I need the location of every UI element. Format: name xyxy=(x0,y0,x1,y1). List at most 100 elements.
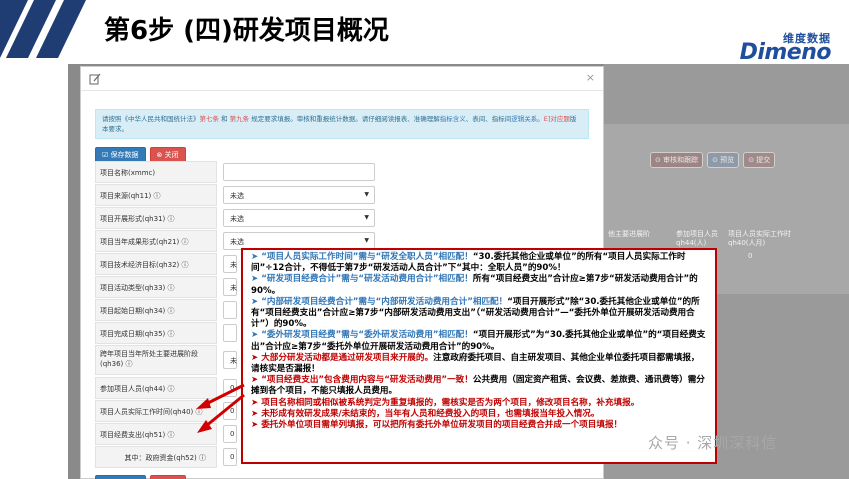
bullet-arrow-icon: ➤ xyxy=(251,274,259,285)
background-toolbar: ⊙ 审核和跟踪 ⊙ 预览 ⊙ 提交 xyxy=(650,152,776,168)
chevron-down-icon: ▼ xyxy=(364,191,369,198)
field-label: 项目人员实际工作时间(qh40) ⓘ xyxy=(95,400,217,422)
chevron-down-icon: ▼ xyxy=(364,214,369,221)
notice-link[interactable]: 逻辑关系 xyxy=(511,115,537,123)
header-decoration-icon xyxy=(0,0,86,58)
table-cell: 0 xyxy=(748,252,753,260)
field-value: 未选 xyxy=(230,215,244,223)
annotation-item: ➤ 大部分研发活动都是通过研发项目来开展的。注意政府委托项目、自主研发项目、其他… xyxy=(251,353,707,375)
input-field[interactable] xyxy=(223,163,375,181)
annotation-text: “研发项目经费合计”需与“研发活动费用合计”相匹配！ xyxy=(261,274,473,285)
close-button-label: 关闭 xyxy=(164,151,179,159)
annotation-item: ➤ “内部研发项目经费合计”需与“内部研发活动费用合计”相匹配！“项目开展形式”… xyxy=(251,297,707,331)
logo-english: Dimeno xyxy=(739,40,832,65)
annotation-text: 大部分研发活动都是通过研发项目来开展的。 xyxy=(261,352,434,363)
submit-button[interactable]: ⊙ 提交 xyxy=(743,152,776,168)
chevron-down-icon: ▼ xyxy=(364,237,369,244)
annotation-box: ➤ “项目人员实际工作时间”需与“研发全职人员”相匹配！“30.委托其他企业或单… xyxy=(241,248,717,464)
input-field[interactable]: 0 xyxy=(223,379,237,397)
edit-icon xyxy=(89,73,101,85)
notice-text: 、表间、指标间 xyxy=(465,115,512,123)
bullet-arrow-icon: ➤ xyxy=(251,397,259,408)
field-value: 0 xyxy=(230,430,235,438)
annotation-item: ➤ “项目人员实际工作时间”需与“研发全职人员”相匹配！“30.委托其他企业或单… xyxy=(251,252,707,274)
annotation-text: “项目经费支出”包含费用内容与“研发活动费用”一致！ xyxy=(261,375,473,386)
preview-button[interactable]: ⊙ 预览 xyxy=(707,152,740,168)
notice-text: 规定要求填报。审核和重报统计数据。请仔细阅读报表、准确理解 xyxy=(249,115,440,123)
form-row: 项目开展形式(qh31) ⓘ 未选 ▼ xyxy=(95,207,605,230)
bullet-arrow-icon: ➤ xyxy=(251,330,259,341)
modal-header: × xyxy=(81,67,603,91)
table-header: 项目人员实际工作时 qh40(人月) xyxy=(728,230,791,247)
input-field[interactable] xyxy=(223,324,237,342)
field-label: 项目技术经济目标(qh32) ⓘ xyxy=(95,253,217,275)
save-button-bottom[interactable]: ☑ 保存数据 xyxy=(95,475,146,479)
bullet-arrow-icon: ➤ xyxy=(251,252,259,262)
field-label: 其中：政府资金(qh52) ⓘ xyxy=(95,446,217,468)
watermark: 众号 · 深圳深科信 xyxy=(648,434,778,452)
bottom-button-bar: ☑ 保存数据⊗ 关闭 xyxy=(95,475,605,479)
annotation-item: ➤ “项目经费支出”包含费用内容与“研发活动费用”一致！公共费用（固定资产租赁、… xyxy=(251,375,707,397)
close-icon[interactable]: × xyxy=(586,71,595,84)
page-title: 第6步 (四)研发项目概况 xyxy=(104,16,389,46)
field-label: 项目开展形式(qh31) ⓘ xyxy=(95,207,217,229)
input-field[interactable]: 未 xyxy=(223,255,237,273)
bullet-arrow-icon: ➤ xyxy=(251,408,259,419)
bullet-arrow-icon: ➤ xyxy=(251,420,259,431)
field-label: 参加项目人员(qh44) ⓘ xyxy=(95,377,217,399)
annotation-text: 项目名称相同或相似被系统判定为重复填报的，需核实是否为两个项目，修改项目名称，补… xyxy=(261,397,640,408)
bullet-arrow-icon: ➤ xyxy=(251,375,259,386)
field-value: 未 xyxy=(230,357,237,365)
notice-link[interactable]: E]对应题 xyxy=(544,115,570,123)
annotation-item: ➤ 未形成有效研发成果/未结束的，当年有人员和经费投入的项目，也需填报当年投入情… xyxy=(251,409,707,420)
field-label: 项目名称(xmmc) xyxy=(95,161,217,183)
field-value: 未选 xyxy=(230,238,244,246)
field-value: 未 xyxy=(230,261,237,269)
field-value: 0 xyxy=(230,453,235,461)
save-button-label: 保存数据 xyxy=(110,151,139,159)
notice-text: 请按照《中华人民共和国统计法》 xyxy=(102,115,200,123)
annotation-item: ➤ “委外研发项目经费”需与“委外研发活动费用”相匹配！“项目开展形式”为“30… xyxy=(251,330,707,352)
slide: 第6步 (四)研发项目概况 维度数据 Dimeno ⊙ 审核和跟踪 ⊙ 预览 ⊙… xyxy=(0,0,849,479)
bullet-arrow-icon: ➤ xyxy=(251,296,259,307)
annotation-text: 未形成有效研发成果/未结束的，当年有人员和经费投入的项目，也需填报当年投入情况。 xyxy=(261,408,600,419)
input-field[interactable]: 未 xyxy=(223,278,237,296)
form-row: 项目名称(xmmc) xyxy=(95,161,605,184)
notice-link[interactable]: 第九条 xyxy=(230,115,250,123)
input-field[interactable]: 0 xyxy=(223,425,237,443)
annotation-text: “项目人员实际工作时间”需与“研发全职人员”相匹配！ xyxy=(261,252,473,262)
field-label: 项目完成日期(qh35) ⓘ xyxy=(95,322,217,344)
close-button-bottom[interactable]: ⊗ 关闭 xyxy=(149,475,186,479)
notice-link[interactable]: 第七条 xyxy=(200,115,220,123)
field-label: 跨年项目当年所处主要进展阶段(qh36) ⓘ xyxy=(95,345,217,375)
annotation-item: ➤ 项目名称相同或相似被系统判定为重复填报的，需核实是否为两个项目，修改项目名称… xyxy=(251,398,707,409)
annotation-text: “内部研发项目经费合计”需与“内部研发活动费用合计”相匹配！ xyxy=(261,296,508,307)
table-header: 参加项目人员 qh44(人) xyxy=(676,230,718,247)
notice-text: 和 xyxy=(219,115,230,123)
annotation-text: 委托外单位项目需单列填报，可以把所有委托外单位研发项目的项目经费合并成一个项目填… xyxy=(261,420,623,431)
annotation-item: ➤ “研发项目经费合计”需与“研发活动费用合计”相匹配！所有“项目经费支出”合计… xyxy=(251,274,707,296)
audit-button[interactable]: ⊙ 审核和跟踪 xyxy=(650,152,704,168)
field-value: 0 xyxy=(230,407,235,415)
field-value: 0 xyxy=(230,384,235,392)
input-field[interactable] xyxy=(223,301,237,319)
select-field[interactable]: 未选 ▼ xyxy=(223,186,375,204)
notice-link[interactable]: 指标含义 xyxy=(440,115,466,123)
field-value: 未选 xyxy=(230,192,244,200)
input-field[interactable]: 0 xyxy=(223,402,237,420)
input-field[interactable]: 未 xyxy=(223,351,237,369)
field-label: 项目来源(qh11) ⓘ xyxy=(95,184,217,206)
table-header: 他主要进展阶 xyxy=(608,230,650,238)
field-value: 未 xyxy=(230,284,237,292)
input-field[interactable]: 0 xyxy=(223,448,237,466)
annotation-text: “委外研发项目经费”需与“委外研发活动费用”相匹配！ xyxy=(261,330,473,341)
field-label: 项目起始日期(qh34) ⓘ xyxy=(95,299,217,321)
notice-banner: 请按照《中华人民共和国统计法》第七条 和 第九条 规定要求填报。审核和重报统计数… xyxy=(95,109,589,139)
logo: 维度数据 Dimeno xyxy=(719,30,832,66)
annotation-item: ➤ 委托外单位项目需单列填报，可以把所有委托外单位研发项目的项目经费合并成一个项… xyxy=(251,420,707,431)
field-label: 项目当年成果形式(qh21) ⓘ xyxy=(95,230,217,252)
form-row: 项目来源(qh11) ⓘ 未选 ▼ xyxy=(95,184,605,207)
select-field[interactable]: 未选 ▼ xyxy=(223,209,375,227)
field-label: 项目经费支出(qh51) ⓘ xyxy=(95,423,217,445)
bullet-arrow-icon: ➤ xyxy=(251,352,259,363)
